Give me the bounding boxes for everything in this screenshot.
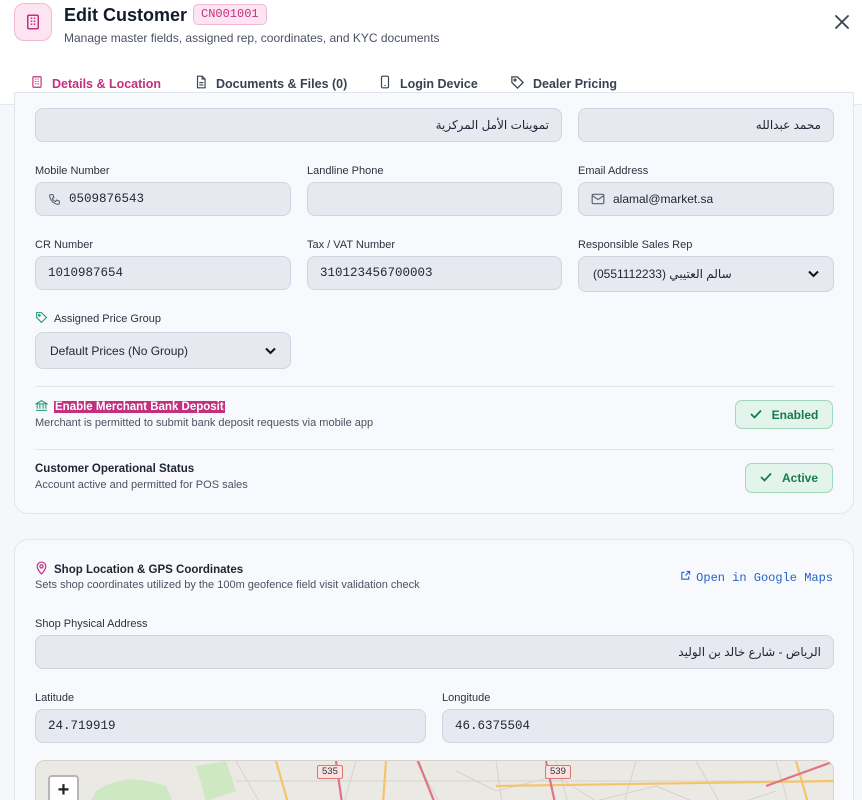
- document-icon: [194, 75, 208, 92]
- latitude-input[interactable]: 24.719919: [35, 709, 426, 743]
- building-icon: [14, 3, 52, 41]
- email-label: Email Address: [578, 165, 649, 177]
- operational-status-value: Active: [781, 471, 819, 485]
- address-input[interactable]: الرياض - شارع خالد بن الوليد: [35, 635, 834, 669]
- location-map[interactable]: + 535 539: [35, 760, 834, 800]
- tab-label: Details & Location: [52, 76, 162, 91]
- customer-details-card: تموينات الأمل المركزية محمد عبدالله Mobi…: [14, 92, 854, 514]
- page-title: Edit Customer: [64, 5, 188, 25]
- map-background: [36, 761, 833, 800]
- tag-icon: [510, 75, 525, 93]
- modal-header: Edit Customer CN001001 Manage master fie…: [0, 0, 862, 62]
- road-label: 539: [545, 765, 571, 779]
- building-icon: [30, 75, 44, 92]
- mobile-value: 0509876543: [69, 192, 145, 206]
- latitude-label: Latitude: [35, 692, 75, 704]
- tab-label: Dealer Pricing: [533, 76, 618, 91]
- bank-deposit-status: Enabled: [771, 407, 819, 422]
- tab-label: Documents & Files (0): [216, 76, 348, 91]
- phone-icon: [378, 75, 392, 92]
- email-input[interactable]: alamal@market.sa: [578, 182, 834, 216]
- operational-status-toggle-button[interactable]: Active: [745, 463, 833, 493]
- longitude-label: Longitude: [442, 692, 491, 704]
- divider: [35, 386, 834, 387]
- cr-input[interactable]: 1010987654: [35, 256, 291, 290]
- road-label: 535: [317, 765, 343, 779]
- map-pin-icon: [35, 561, 48, 578]
- tag-icon: [35, 311, 48, 327]
- customer-code-badge: CN001001: [193, 4, 267, 25]
- vat-input[interactable]: 310123456700003: [307, 256, 562, 290]
- zoom-in-button[interactable]: +: [48, 775, 79, 800]
- operational-status-title: Customer Operational Status: [35, 463, 195, 475]
- location-subtitle: Sets shop coordinates utilized by the 10…: [35, 579, 420, 591]
- sales-rep-select[interactable]: سالم العتيبي (0551112233): [578, 256, 834, 292]
- longitude-input[interactable]: 46.6375504: [442, 709, 834, 743]
- mobile-label: Mobile Number: [35, 165, 110, 177]
- phone-icon: [48, 193, 61, 206]
- page-subtitle: Manage master fields, assigned rep, coor…: [64, 31, 440, 45]
- bank-deposit-title: Enable Merchant Bank Deposit: [34, 399, 225, 415]
- bank-deposit-title-text: Enable Merchant Bank Deposit: [54, 401, 225, 413]
- cr-label: CR Number: [35, 239, 94, 251]
- shop-location-card: Shop Location & GPS Coordinates Sets sho…: [14, 539, 854, 800]
- sales-rep-value: سالم العتيبي (0551112233): [593, 267, 732, 281]
- email-value: alamal@market.sa: [613, 192, 714, 206]
- divider: [35, 449, 834, 450]
- tab-label: Login Device: [400, 76, 478, 91]
- operational-status-subtitle: Account active and permitted for POS sal…: [35, 479, 248, 491]
- external-link-icon: [680, 570, 691, 585]
- price-group-label: Assigned Price Group: [35, 311, 161, 327]
- open-google-maps-label: Open in Google Maps: [696, 570, 833, 585]
- sales-rep-label: Responsible Sales Rep: [578, 239, 693, 251]
- bank-icon: [34, 399, 49, 415]
- price-group-value: Default Prices (No Group): [50, 343, 189, 358]
- mobile-input[interactable]: 0509876543: [35, 182, 291, 216]
- bank-deposit-toggle-button[interactable]: Enabled: [735, 400, 833, 429]
- close-icon[interactable]: [832, 12, 852, 32]
- open-google-maps-link[interactable]: Open in Google Maps: [680, 570, 833, 585]
- mail-icon: [591, 193, 605, 205]
- chevron-down-icon: [808, 270, 819, 278]
- store-name-input[interactable]: تموينات الأمل المركزية: [35, 108, 562, 142]
- check-icon: [750, 408, 762, 422]
- price-group-label-text: Assigned Price Group: [54, 313, 161, 325]
- chevron-down-icon: [265, 347, 276, 355]
- landline-input[interactable]: [307, 182, 562, 216]
- price-group-select[interactable]: Default Prices (No Group): [35, 332, 291, 369]
- check-icon: [760, 471, 772, 485]
- vat-label: Tax / VAT Number: [307, 239, 396, 251]
- landline-label: Landline Phone: [307, 165, 384, 177]
- address-label: Shop Physical Address: [35, 618, 148, 630]
- bank-deposit-subtitle: Merchant is permitted to submit bank dep…: [35, 417, 374, 429]
- owner-name-input[interactable]: محمد عبدالله: [578, 108, 834, 142]
- location-title: Shop Location & GPS Coordinates: [35, 561, 243, 578]
- location-title-text: Shop Location & GPS Coordinates: [54, 563, 244, 576]
